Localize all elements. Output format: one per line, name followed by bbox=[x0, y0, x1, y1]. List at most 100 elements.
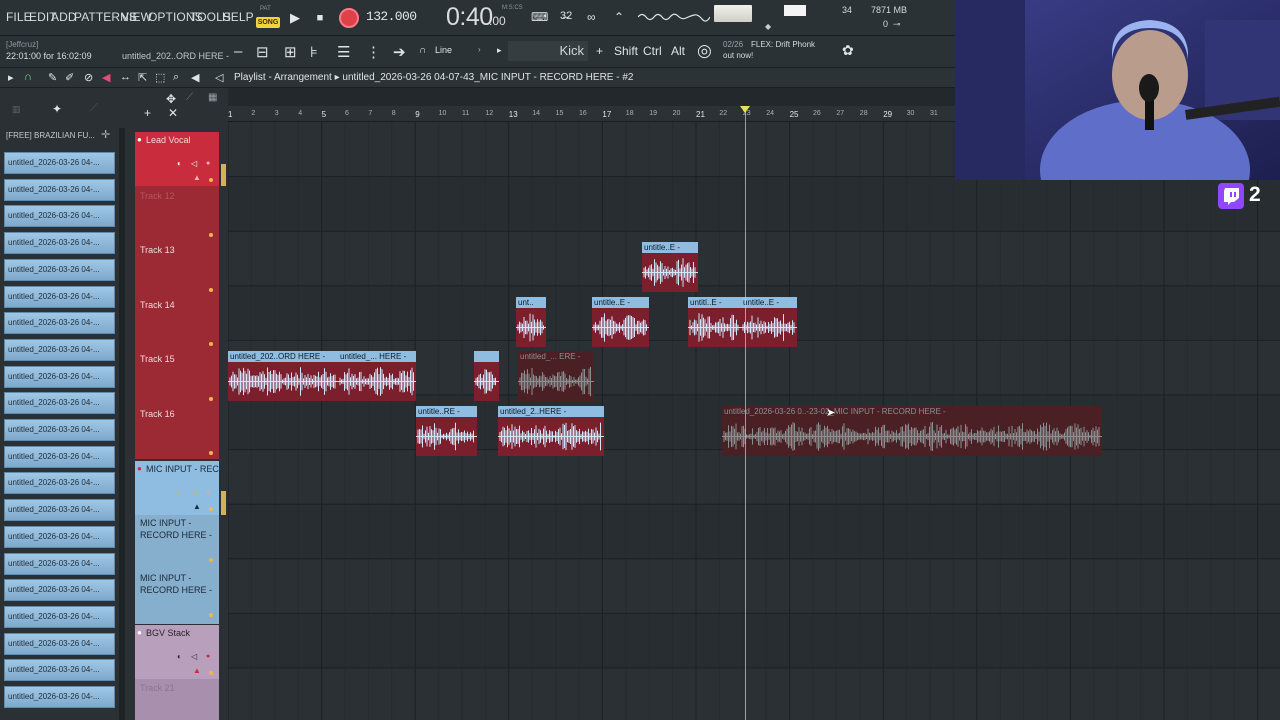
browser-item[interactable]: untitled_2026-03-26 04-... bbox=[4, 632, 115, 655]
track-name[interactable]: MIC INPUT - REC... bbox=[146, 464, 226, 474]
typing-keyboard-icon[interactable]: ⌨ bbox=[531, 10, 548, 24]
slice-tool-icon[interactable]: ⇱ bbox=[138, 71, 147, 84]
playlist-grid[interactable]: untitle..E - unt.. untitle..E - untitl..… bbox=[228, 122, 1280, 720]
browser-item[interactable]: untitled_2026-03-26 04-... bbox=[4, 232, 115, 255]
browser-item[interactable]: untitled_2026-03-26 04-... bbox=[4, 419, 115, 441]
browser-link-icon[interactable]: ⟋ bbox=[90, 102, 98, 115]
track-name[interactable]: Lead Vocal bbox=[146, 135, 191, 145]
browser-item[interactable]: untitled_2026-03-26 04-... bbox=[4, 312, 115, 335]
clip-title[interactable]: untitle..E - bbox=[741, 297, 797, 308]
solo-icon[interactable]: ◁ bbox=[191, 159, 197, 168]
audio-clip[interactable]: untitle..E - bbox=[592, 297, 649, 347]
snap-chevron-icon[interactable]: › bbox=[478, 45, 481, 54]
track-tools-icon[interactable]: ⟋ bbox=[186, 92, 193, 103]
audio-clip[interactable]: untitled_202..ORD HERE - bbox=[228, 351, 338, 401]
channel-rack-icon[interactable]: ⊞ bbox=[284, 43, 297, 61]
browser-item[interactable]: untitled_2026-03-26 04-... bbox=[4, 686, 115, 708]
track-header-lead-vocal[interactable]: ● Lead Vocal ◐ ◁ ● ▲ bbox=[135, 132, 219, 186]
audio-clip[interactable]: unt.. bbox=[516, 297, 546, 347]
playhead-marker[interactable] bbox=[740, 106, 750, 113]
play-icon[interactable]: ▶ bbox=[286, 9, 304, 27]
collapse-arrow-icon[interactable]: ▲ bbox=[193, 173, 201, 182]
record-dot-icon[interactable]: ● bbox=[206, 489, 210, 496]
playback-tool-icon[interactable]: ◀ bbox=[191, 71, 199, 84]
track-name[interactable]: Track 15 bbox=[140, 354, 175, 364]
track-name-line2[interactable]: RECORD HERE - bbox=[140, 530, 212, 540]
draw-tool-icon[interactable]: ✎ bbox=[48, 71, 57, 84]
play-small-icon[interactable]: ▸ bbox=[497, 45, 502, 56]
toggle-icon[interactable]: ⊸ bbox=[893, 19, 901, 30]
pat-song-toggle[interactable]: PAT SONG bbox=[256, 6, 280, 30]
audio-clip[interactable]: untitle..E - bbox=[642, 242, 698, 292]
track-close-icon[interactable]: ✕ bbox=[168, 106, 178, 120]
fruit-logo-icon[interactable]: ✿ bbox=[842, 42, 854, 59]
instrument-selector[interactable]: Kick bbox=[508, 41, 588, 61]
news-subline[interactable]: out now! bbox=[723, 51, 753, 60]
browser-item[interactable]: untitled_2026-03-26 04-... bbox=[4, 258, 115, 281]
alt-key-label[interactable]: Alt bbox=[671, 44, 685, 58]
browser-options-icon[interactable]: ✦ bbox=[52, 102, 62, 116]
muted-audio-clip[interactable]: untitled_... ERE - bbox=[518, 351, 594, 401]
clip-title[interactable]: untitled_2026-03-26 0..-23-02_MIC INPUT … bbox=[722, 406, 1102, 417]
news-headline[interactable]: FLEX: Drift Phonk bbox=[751, 40, 815, 49]
audio-clip[interactable]: untitl..E - bbox=[688, 297, 741, 347]
news-icon[interactable]: ◎ bbox=[697, 41, 712, 61]
browser-item[interactable]: untitled_2026-03-26 04-... bbox=[4, 552, 115, 575]
arrow-right-icon[interactable]: ➔ bbox=[393, 43, 406, 61]
select-tool-icon[interactable]: ⬚ bbox=[155, 71, 165, 84]
ctrl-key-label[interactable]: Ctrl bbox=[643, 44, 662, 58]
browser-item[interactable]: untitled_2026-03-26 04-... bbox=[4, 605, 115, 628]
browser-item[interactable]: untitled_2026-03-26 04-... bbox=[4, 499, 115, 522]
menu-add[interactable]: ADD bbox=[51, 10, 77, 24]
track-header-bgv-stack[interactable]: ● BGV Stack ◐ ◁ ● ▲ bbox=[135, 625, 219, 679]
snap-selector[interactable]: Line bbox=[435, 45, 452, 55]
slip-tool-icon[interactable]: ↔ bbox=[120, 71, 131, 83]
track-header-mic-input[interactable]: ● MIC INPUT - REC... ◐ ◁ ● ▲ bbox=[135, 461, 226, 515]
record-button[interactable] bbox=[339, 8, 359, 28]
collapse-arrow-icon[interactable]: ▲ bbox=[193, 666, 201, 675]
solo-icon[interactable]: ◁ bbox=[191, 488, 197, 497]
mute-icon[interactable]: ◐ bbox=[177, 488, 182, 497]
magnet-snap-icon[interactable]: ∩ bbox=[24, 71, 32, 83]
stop-icon[interactable]: ■ bbox=[311, 9, 329, 27]
browser-item[interactable]: untitled_2026-03-26 04-... bbox=[4, 338, 115, 361]
zoom-tool-icon[interactable]: ⌕ bbox=[173, 71, 179, 84]
clip-title[interactable]: untitled_202..ORD HERE - bbox=[228, 351, 338, 362]
audio-clip[interactable]: untitle..E - bbox=[741, 297, 797, 347]
audio-clip[interactable]: untitle..RE - bbox=[416, 406, 477, 456]
collapse-arrow-icon[interactable]: ▲ bbox=[193, 502, 201, 511]
audio-clip[interactable]: untitled_2..HERE - bbox=[498, 406, 604, 456]
master-volume-meter[interactable] bbox=[714, 5, 752, 22]
record-arm-icon[interactable]: ● bbox=[137, 628, 142, 637]
clip-title[interactable]: unt.. bbox=[516, 297, 546, 308]
browser-item[interactable]: untitled_2026-03-26 04-... bbox=[4, 152, 115, 174]
track-grid-icon[interactable]: ▦ bbox=[208, 92, 217, 103]
browser-item[interactable]: untitled_2026-03-26 04-... bbox=[4, 659, 115, 682]
browser-scrollbar[interactable] bbox=[119, 128, 125, 720]
mixer-icon[interactable]: ☰ bbox=[337, 43, 350, 61]
track-name-line1[interactable]: MIC INPUT - bbox=[140, 573, 191, 583]
clip-title[interactable]: untitled_... ERE - bbox=[518, 351, 594, 362]
browser-item[interactable]: untitled_2026-03-26 04-... bbox=[4, 472, 115, 495]
track-move-icon[interactable]: ✥ bbox=[166, 92, 176, 106]
browser-pin-icon[interactable]: ✛ bbox=[101, 128, 110, 141]
clip-title[interactable] bbox=[474, 351, 499, 362]
browser-item[interactable]: untitled_2026-03-26 04-... bbox=[4, 205, 115, 228]
piano-roll-icon[interactable]: ⊧ bbox=[310, 43, 318, 61]
clip-title[interactable]: untitle..E - bbox=[642, 242, 698, 253]
browser-item[interactable]: untitled_2026-03-26 04-... bbox=[4, 178, 115, 201]
menu-file[interactable]: FILE bbox=[6, 10, 32, 24]
clip-title[interactable]: untitled_... HERE - bbox=[338, 351, 416, 362]
timeline-ruler[interactable]: 1 2 3 4 5 6 7 8 9 10 11 12 13 14 15 16 17 18 19 20 21 22 23 24 2… bbox=[228, 106, 955, 122]
playlist-menu-arrow-icon[interactable]: ▸ bbox=[8, 71, 14, 84]
playlist-icon[interactable]: ⊟ bbox=[256, 43, 269, 61]
track-name[interactable]: Track 14 bbox=[140, 300, 175, 310]
track-add-icon[interactable]: + bbox=[144, 106, 151, 120]
mute-icon[interactable]: ◐ bbox=[177, 159, 182, 168]
magnet-icon[interactable]: ∩ bbox=[419, 45, 426, 56]
record-dot-icon[interactable]: ● bbox=[206, 160, 210, 167]
track-name[interactable]: Track 12 bbox=[140, 191, 175, 201]
mute-tool-icon[interactable]: ◀ bbox=[102, 71, 110, 84]
step-edit-icon[interactable]: 3̶2 bbox=[560, 10, 572, 22]
browser-collapse-icon[interactable]: ▥ bbox=[12, 104, 21, 115]
